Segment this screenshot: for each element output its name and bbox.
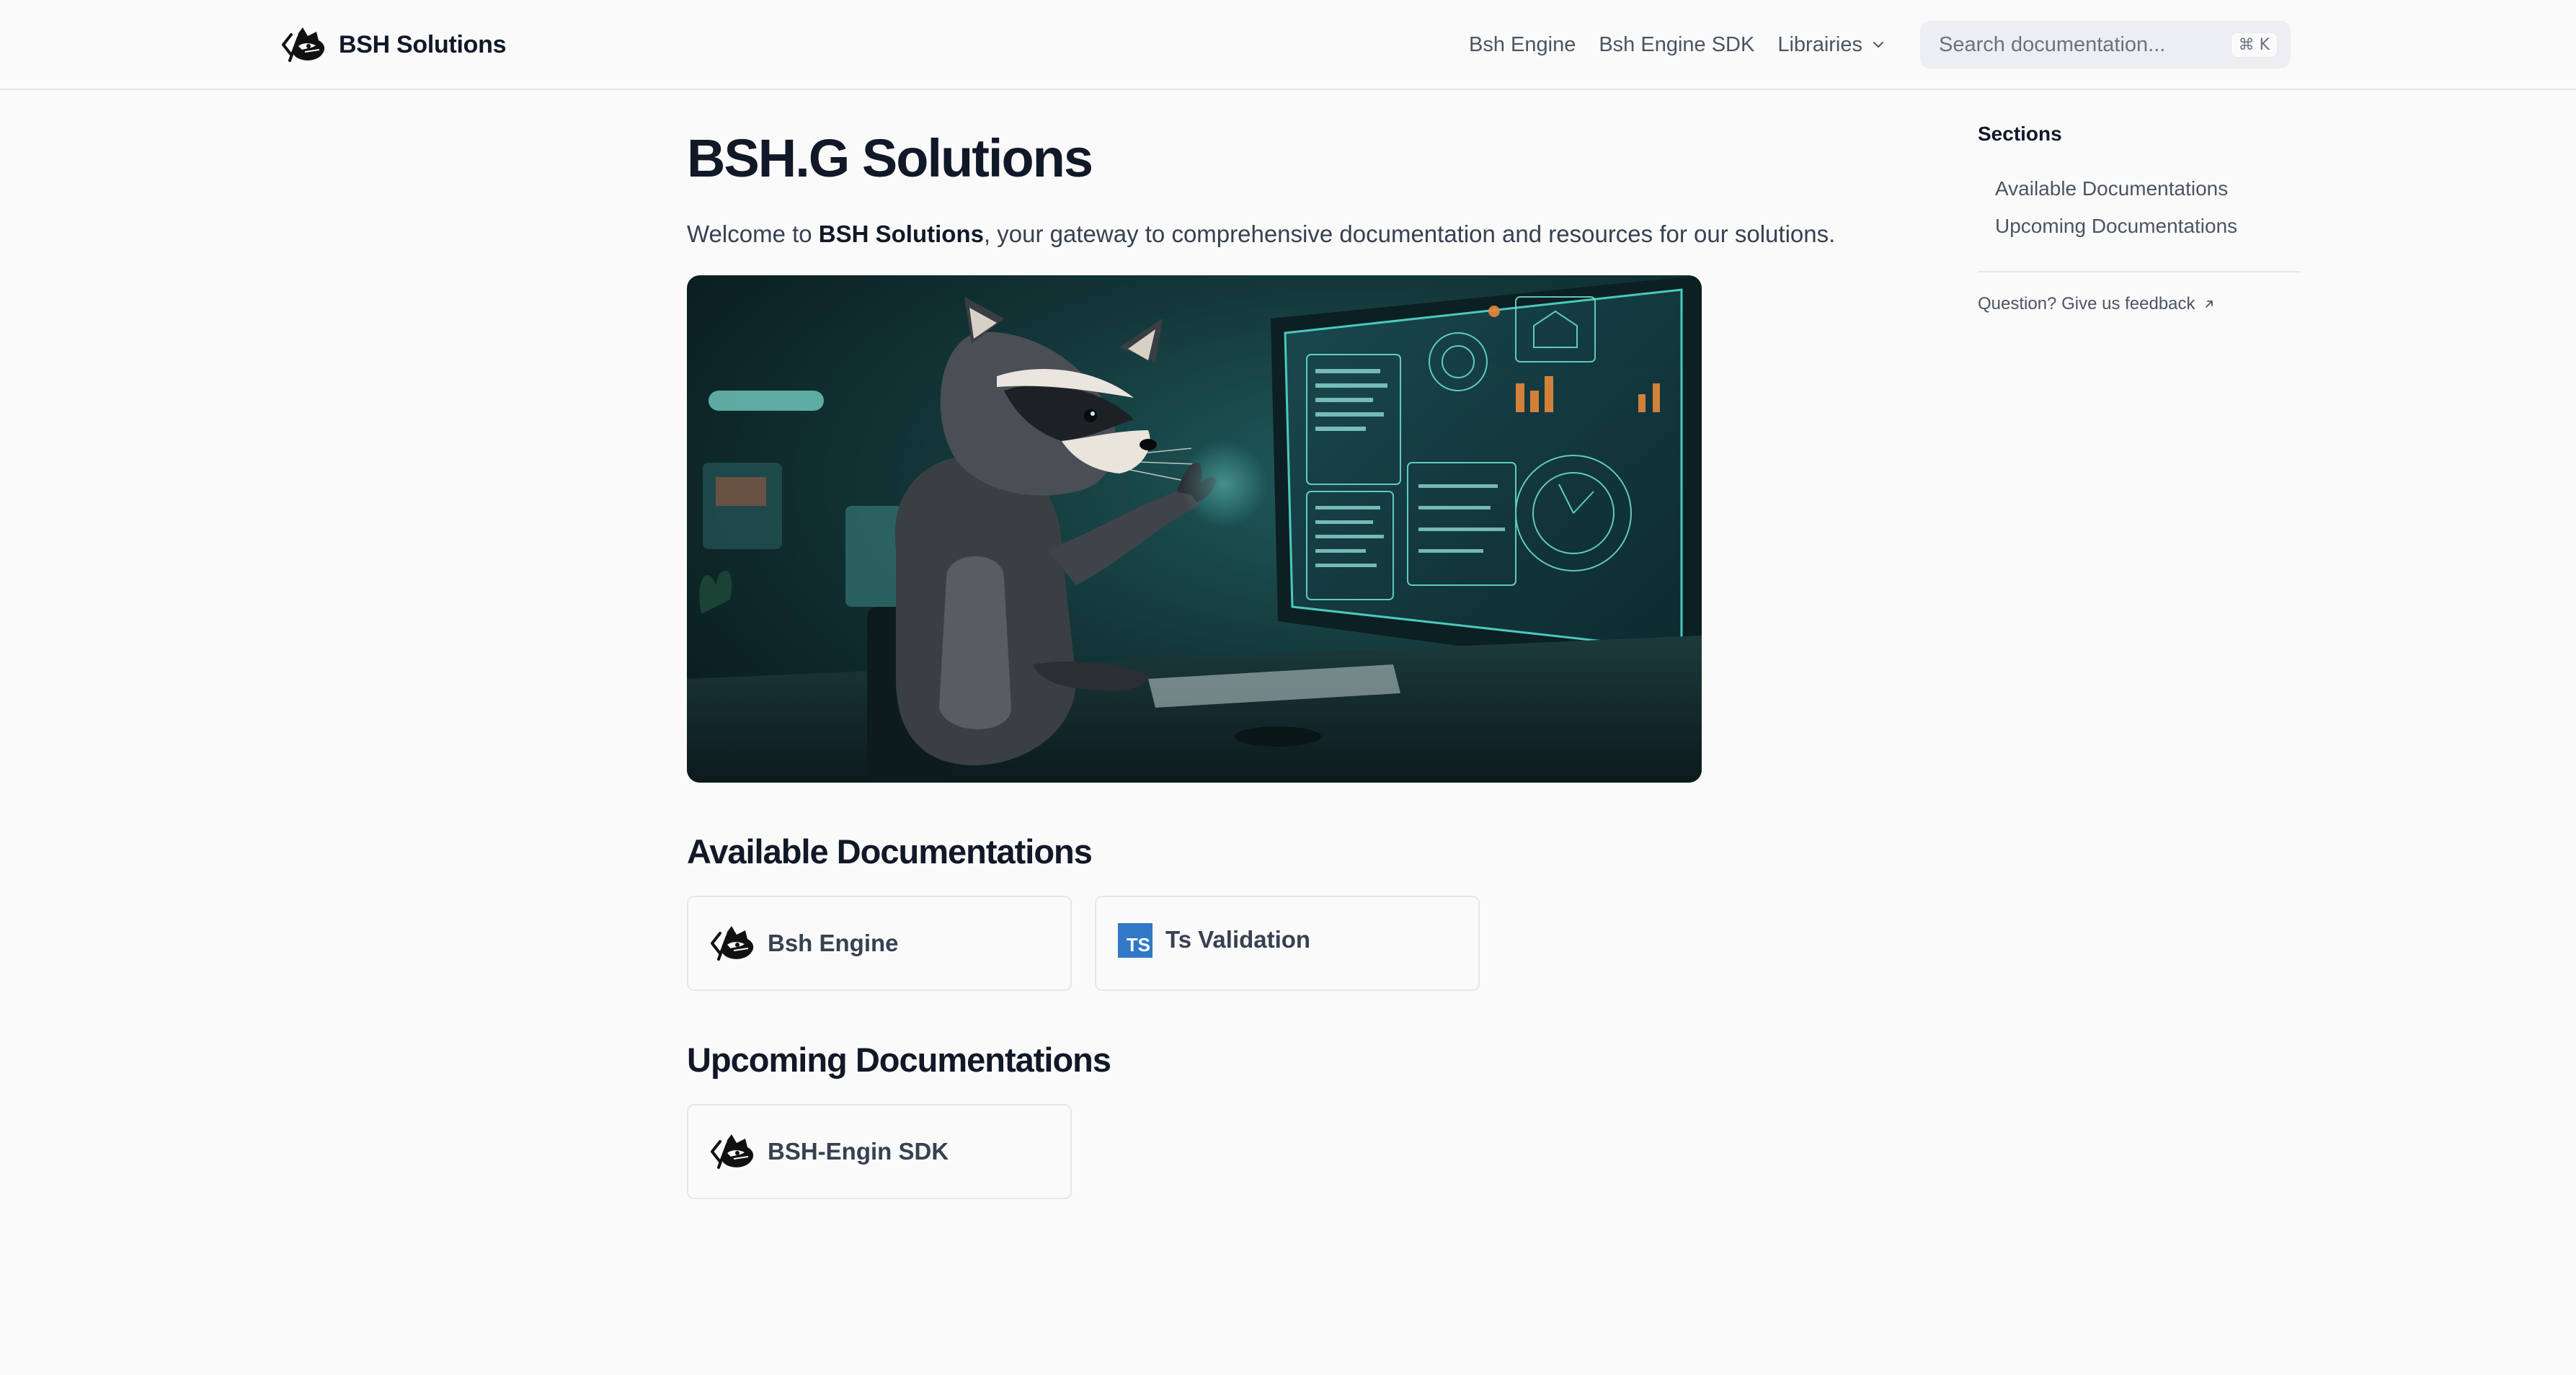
section-title-upcoming: Upcoming Documentations: [687, 1041, 1111, 1080]
intro-suffix: , your gateway to comprehensive document…: [983, 221, 1836, 248]
doc-card-ts-validation[interactable]: TS Ts Validation: [1095, 896, 1480, 992]
nav-link-bsh-engine-sdk[interactable]: Bsh Engine SDK: [1599, 33, 1754, 57]
main-content: BSH.G Solutions Welcome to BSH Solutions…: [687, 90, 1876, 1200]
external-link-icon: [2205, 301, 2213, 308]
feedback-label: Question? Give us feedback: [1978, 294, 2195, 313]
card-label: BSH-Engin SDK: [768, 1138, 949, 1165]
toc-title: Sections: [1978, 123, 2062, 145]
nav-dropdown-label: Librairies: [1777, 32, 1863, 56]
page-title: BSH.G Solutions: [687, 128, 1093, 188]
table-of-contents: Sections Available Documentations Upcomi…: [1978, 123, 2301, 314]
feedback-link[interactable]: Question? Give us feedback: [1978, 294, 2301, 314]
top-navbar: BSH Solutions Bsh Engine Bsh Engine SDK …: [0, 0, 2576, 90]
intro-prefix: Welcome to: [687, 221, 819, 248]
hero-image: [687, 275, 1702, 783]
toc-divider: [1978, 271, 2301, 272]
intro-brand: BSH Solutions: [818, 221, 984, 248]
nav-links: Bsh Engine Bsh Engine SDK Librairies: [1469, 27, 1910, 62]
card-label: Ts Validation: [1165, 926, 1311, 953]
card-label: Bsh Engine: [768, 930, 899, 957]
raccoon-logo-icon: [710, 1130, 758, 1173]
toc-item-available[interactable]: Available Documentations: [1995, 177, 2301, 200]
upcoming-cards: BSH-Engin SDK: [687, 1104, 1876, 1200]
raccoon-logo-icon: [281, 23, 329, 66]
search-box[interactable]: ⌘ K: [1920, 21, 2291, 68]
intro-paragraph: Welcome to BSH Solutions, your gateway t…: [687, 218, 1876, 251]
nav-dropdown-librairies[interactable]: Librairies: [1777, 33, 1887, 57]
brand-home-link[interactable]: BSH Solutions: [281, 22, 507, 68]
brand-name: BSH Solutions: [339, 30, 507, 58]
typescript-icon: TS: [1118, 923, 1152, 958]
chevron-down-icon: [1873, 42, 1884, 48]
search-shortcut-badge: ⌘ K: [2230, 32, 2278, 58]
available-cards: Bsh Engine TS Ts Validation: [687, 896, 1876, 992]
search-input[interactable]: [1937, 32, 2231, 58]
doc-card-bsh-engine[interactable]: Bsh Engine: [687, 896, 1072, 992]
doc-card-bsh-engin-sdk[interactable]: BSH-Engin SDK: [687, 1104, 1072, 1200]
section-title-available: Available Documentations: [687, 832, 1093, 871]
toc-item-upcoming[interactable]: Upcoming Documentations: [1995, 215, 2301, 238]
raccoon-computer-illustration: [687, 275, 1702, 783]
raccoon-logo-icon: [710, 922, 758, 965]
nav-link-bsh-engine[interactable]: Bsh Engine: [1469, 33, 1576, 57]
